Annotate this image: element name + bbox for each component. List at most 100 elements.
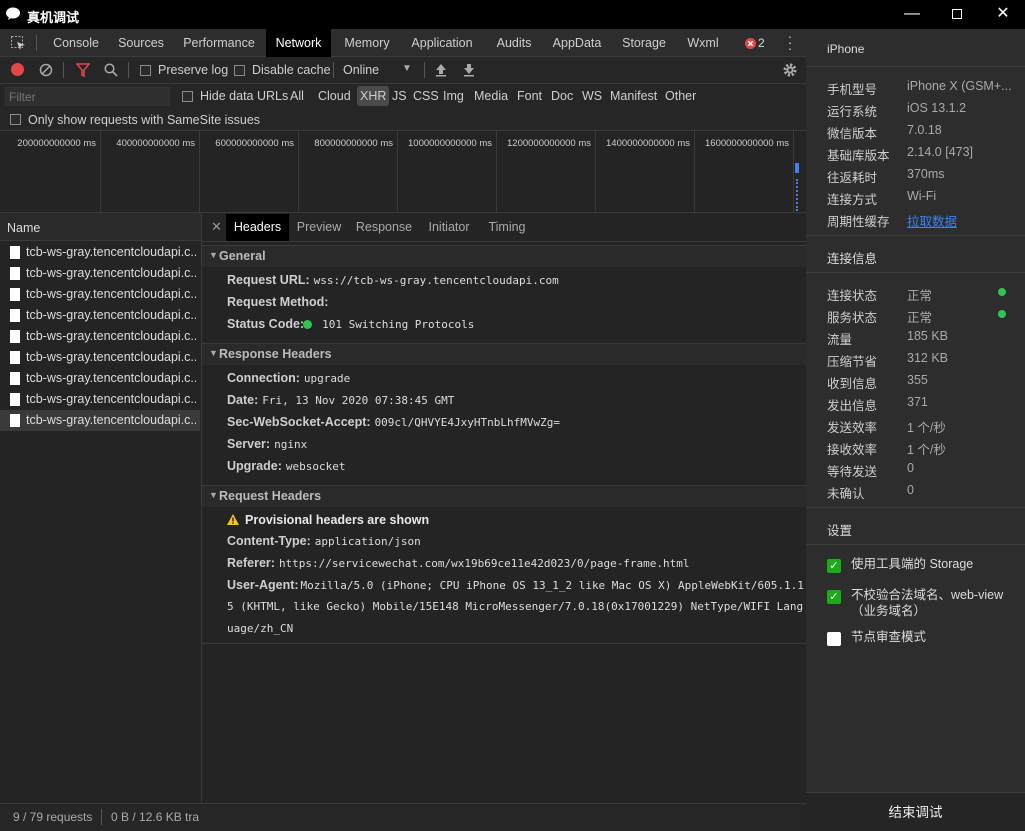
filter-type-other[interactable]: Other (665, 89, 696, 103)
timeline-marker (796, 179, 798, 211)
tab-preview[interactable]: Preview (292, 214, 346, 241)
header-row: Referer: https://servicewechat.com/wx19b6… (227, 556, 690, 570)
timeline-overview[interactable]: 200000000000 ms 400000000000 ms 60000000… (0, 131, 806, 213)
hide-data-urls-checkbox[interactable] (182, 91, 193, 102)
timeline-marker (795, 163, 799, 173)
status-dot-icon (998, 310, 1006, 318)
request-row-selected[interactable]: tcb-ws-gray.tencentcloudapi.c... (0, 410, 200, 431)
general-section-header[interactable]: ▼ General (202, 245, 806, 267)
request-row[interactable]: tcb-ws-gray.tencentcloudapi.c... (0, 284, 200, 305)
tab-initiator[interactable]: Initiator (421, 214, 477, 241)
filter-type-js[interactable]: JS (392, 89, 407, 103)
maximize-icon[interactable] (945, 3, 969, 25)
header-row: Content-Type: application/json (227, 534, 421, 548)
node-inspect-checkbox[interactable] (827, 632, 841, 646)
end-debug-button[interactable]: 结束调试 (806, 792, 1025, 831)
file-icon (10, 309, 20, 322)
hide-data-urls-label: Hide data URLs (200, 89, 289, 103)
header-row: Connection: upgrade (227, 371, 351, 385)
timeline-tick: 400000000000 ms (101, 131, 200, 212)
request-row[interactable]: tcb-ws-gray.tencentcloudapi.c... (0, 242, 200, 263)
request-row[interactable]: tcb-ws-gray.tencentcloudapi.c... (0, 326, 200, 347)
conn-key: 等待发送 (827, 465, 878, 479)
request-headers-section-header[interactable]: ▼ Request Headers (202, 485, 806, 507)
timeline-tick: 800000000000 ms (299, 131, 398, 212)
filter-type-xhr[interactable]: XHR (357, 86, 390, 106)
timeline-tick: 1600000000000 ms (695, 131, 794, 212)
gear-icon[interactable] (782, 62, 798, 78)
filter-type-img[interactable]: Img (443, 89, 464, 103)
preserve-log-checkbox[interactable] (140, 65, 151, 76)
samesite-checkbox[interactable] (10, 114, 21, 125)
conn-value: 355 (907, 373, 928, 387)
tab-performance[interactable]: Performance (176, 29, 262, 57)
tab-timing[interactable]: Timing (482, 214, 532, 241)
request-row[interactable]: tcb-ws-gray.tencentcloudapi.c... (0, 263, 200, 284)
filter-type-manifest[interactable]: Manifest (610, 89, 657, 103)
conn-value: 0 (907, 483, 914, 497)
tab-memory[interactable]: Memory (336, 29, 398, 57)
record-icon[interactable] (11, 63, 24, 76)
tab-console[interactable]: Console (46, 29, 106, 57)
tab-sources[interactable]: Sources (112, 29, 170, 57)
filter-type-cloud[interactable]: Cloud (318, 89, 351, 103)
import-har-icon[interactable] (435, 63, 447, 77)
tab-appdata[interactable]: AppData (546, 29, 608, 57)
conn-key: 压缩节省 (827, 355, 878, 369)
tab-wxml[interactable]: Wxml (680, 29, 726, 57)
search-icon[interactable] (104, 63, 118, 77)
chevron-down-icon[interactable]: ▼ (402, 63, 412, 74)
panel-divider (806, 235, 1025, 236)
name-column-header[interactable]: Name (0, 213, 201, 241)
tab-network[interactable]: Network (266, 29, 331, 57)
close-icon[interactable]: ✕ (991, 3, 1015, 25)
request-row[interactable]: tcb-ws-gray.tencentcloudapi.c... (0, 389, 200, 410)
section-divider (202, 643, 806, 644)
minimize-icon[interactable]: — (900, 3, 924, 25)
request-row[interactable]: tcb-ws-gray.tencentcloudapi.c... (0, 305, 200, 326)
tab-response[interactable]: Response (351, 214, 417, 241)
device-value: Wi-Fi (907, 189, 937, 203)
filter-input[interactable] (5, 87, 170, 106)
filter-type-ws[interactable]: WS (582, 89, 602, 103)
panel-divider (806, 544, 1025, 545)
throttle-select[interactable]: Online (343, 63, 379, 77)
conn-value: 1 个/秒 (907, 443, 946, 457)
tab-audits[interactable]: Audits (488, 29, 540, 57)
more-options-icon[interactable]: · · · (786, 29, 794, 55)
conn-key: 发送效率 (827, 421, 878, 435)
clear-icon[interactable] (39, 63, 53, 77)
device-value: 370ms (907, 167, 945, 181)
triangle-down-icon: ▼ (209, 348, 218, 358)
disable-cache-checkbox[interactable] (234, 65, 245, 76)
close-detail-icon[interactable]: ✕ (211, 219, 222, 235)
request-method-row: Request Method: (227, 295, 329, 309)
filter-type-media[interactable]: Media (474, 89, 508, 103)
request-row[interactable]: tcb-ws-gray.tencentcloudapi.c... (0, 347, 200, 368)
request-count: 9 / 79 requests (13, 810, 93, 824)
skip-domain-check-checkbox[interactable]: ✓ (827, 590, 841, 604)
response-headers-section-header[interactable]: ▼ Response Headers (202, 343, 806, 365)
filter-icon[interactable] (76, 63, 90, 77)
conn-value: 正常 (907, 311, 933, 325)
inspect-element-icon[interactable] (11, 36, 26, 51)
tab-storage[interactable]: Storage (616, 29, 672, 57)
conn-value: 1 个/秒 (907, 421, 946, 435)
conn-key: 接收效率 (827, 443, 878, 457)
request-row[interactable]: tcb-ws-gray.tencentcloudapi.c... (0, 368, 200, 389)
fetch-data-link[interactable]: 拉取数据 (907, 211, 957, 230)
export-har-icon[interactable] (463, 63, 475, 77)
filter-type-all[interactable]: All (290, 89, 304, 103)
error-icon[interactable] (745, 38, 756, 49)
storage-checkbox[interactable]: ✓ (827, 559, 841, 573)
device-title: iPhone (827, 42, 865, 56)
filter-type-doc[interactable]: Doc (551, 89, 573, 103)
samesite-label: Only show requests with SameSite issues (28, 113, 261, 127)
device-key: 连接方式 (827, 193, 878, 207)
tab-headers[interactable]: Headers (226, 214, 289, 241)
window-titlebar: 真机调试 — ✕ (0, 0, 1025, 29)
filter-type-css[interactable]: CSS (413, 89, 439, 103)
tab-application[interactable]: Application (404, 29, 480, 57)
error-count[interactable]: 2 (758, 36, 765, 50)
filter-type-font[interactable]: Font (517, 89, 542, 103)
